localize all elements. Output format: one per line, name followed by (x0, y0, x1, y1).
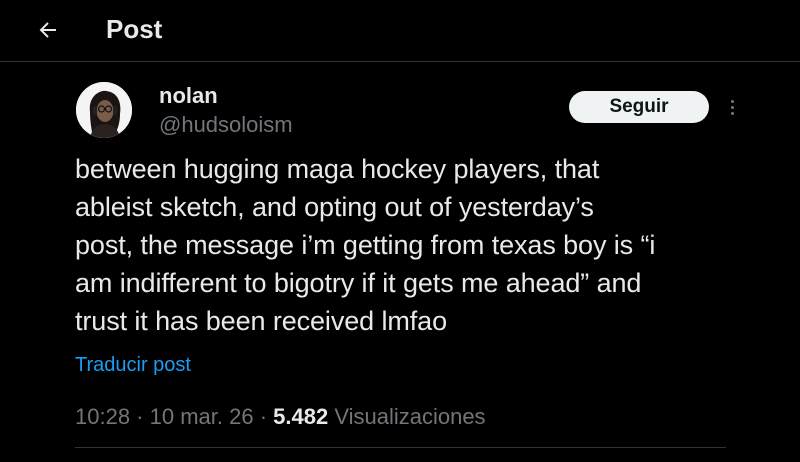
author-display-name[interactable]: nolan (159, 82, 218, 110)
author-handle[interactable]: @hudsoloism (159, 111, 293, 139)
more-dot-3 (730, 111, 734, 115)
meta-separator: · (130, 404, 150, 429)
page-title: Post (106, 14, 163, 44)
meta-separator: · (253, 404, 274, 429)
avatar[interactable] (76, 82, 132, 138)
views-count: 5.482 (273, 404, 329, 429)
back-button[interactable] (30, 12, 66, 48)
follow-button[interactable]: Seguir (569, 91, 709, 123)
profile-avatar-icon (76, 82, 132, 138)
more-options-button[interactable] (722, 92, 742, 122)
more-dot-2 (730, 105, 734, 109)
post-time[interactable]: 10:28 (75, 404, 130, 429)
arrow-left-icon (39, 22, 56, 38)
post-text: between hugging maga hockey players, tha… (75, 154, 656, 336)
post-page: Post nolan @hudsoloism Seguir between hu… (0, 0, 800, 462)
top-bar: Post (0, 0, 800, 62)
post-meta: 10:28 · 10 mar. 26 · 5.482 Visualizacion… (75, 402, 486, 432)
translate-post-link[interactable]: Traducir post (75, 352, 191, 378)
more-vertical-icon (730, 99, 734, 103)
divider (75, 447, 726, 448)
post-date[interactable]: 10 mar. 26 (150, 404, 254, 429)
views-label: Visualizaciones (328, 404, 486, 429)
